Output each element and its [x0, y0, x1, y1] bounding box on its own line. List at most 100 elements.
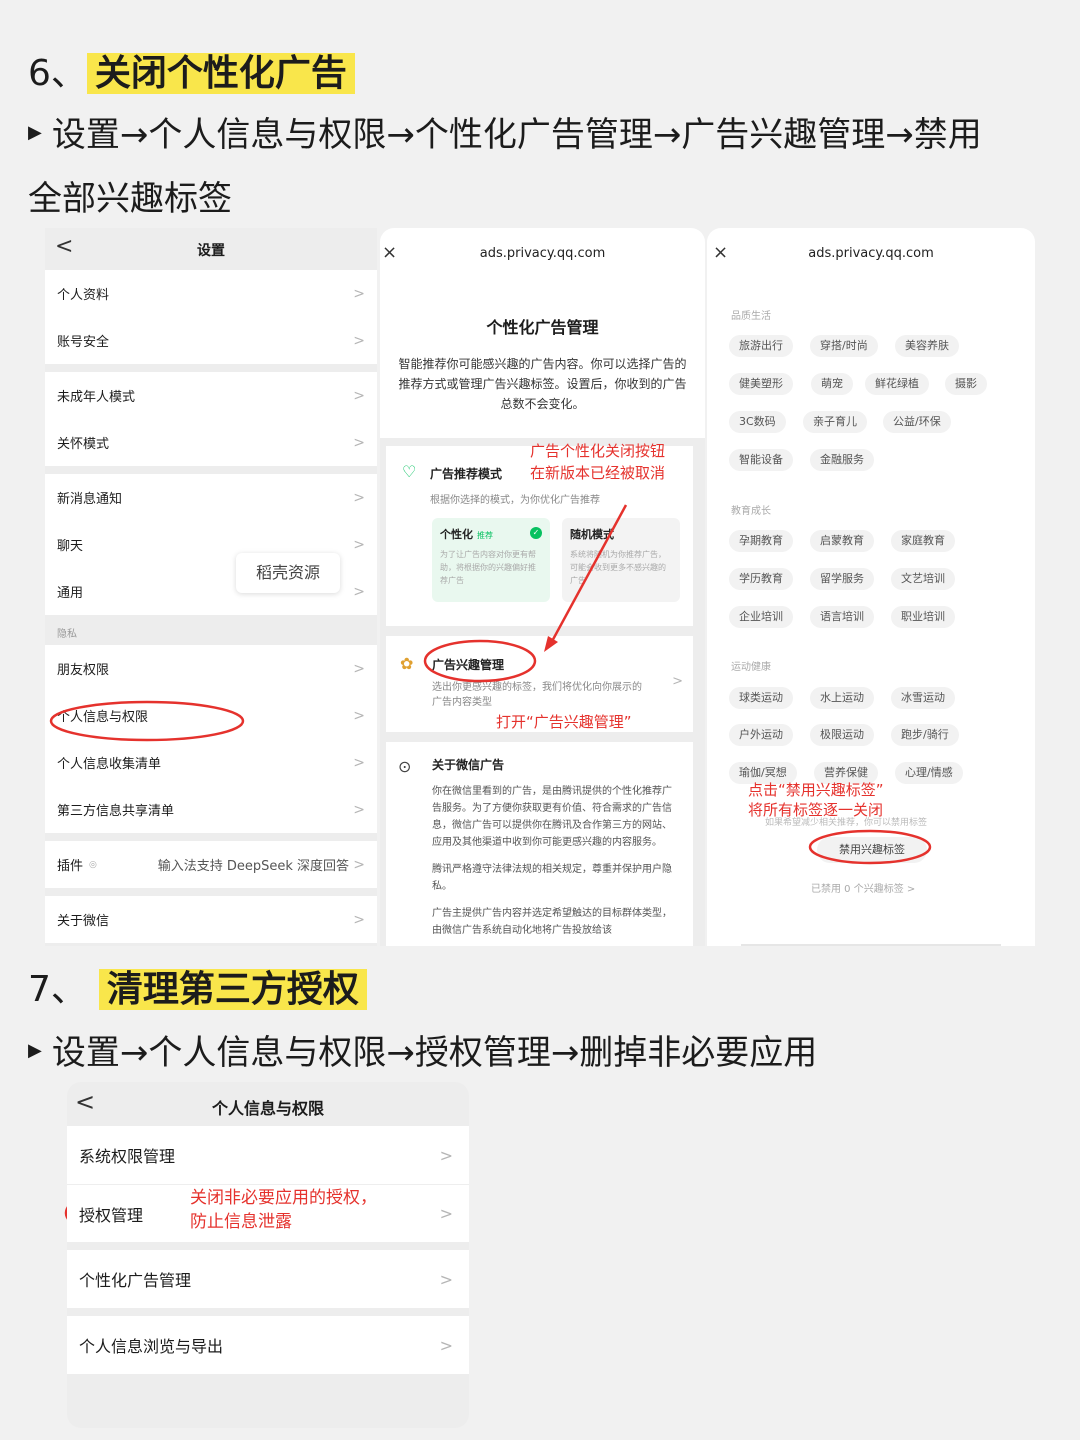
heart-icon: ♡ — [402, 462, 417, 481]
item-system-permissions[interactable]: 系统权限管理 > — [67, 1126, 469, 1184]
interest-tag[interactable]: 心理/情感 — [895, 762, 963, 784]
settings-header: < 设置 — [45, 228, 377, 270]
interest-tag[interactable]: 留学服务 — [810, 568, 874, 590]
annotation-open-interest: 打开“广告兴趣管理” — [496, 713, 632, 731]
settings-item-friend-permissions[interactable]: 朋友权限 > — [45, 645, 377, 692]
path-text-2: 全部兴趣标签 — [28, 178, 232, 219]
interest-tag[interactable]: 球类运动 — [729, 687, 793, 709]
chevron-right-icon: > — [439, 1335, 453, 1355]
interest-tag[interactable]: 穿搭/时尚 — [810, 335, 878, 357]
annotation-removed-2: 在新版本已经被取消 — [530, 464, 666, 482]
interest-tag[interactable]: 亲子育儿 — [803, 411, 867, 433]
category-quality-life: 品质生活 — [731, 311, 771, 322]
check-icon: ✓ — [530, 527, 542, 539]
item-label: 关于微信 — [57, 914, 110, 929]
interest-tag[interactable]: 学历教育 — [729, 568, 793, 590]
item-label: 系统权限管理 — [79, 1147, 176, 1166]
chevron-right-icon: > — [439, 1145, 453, 1165]
settings-group-2: 未成年人模式 > 关怀模式 > — [45, 372, 377, 466]
interest-tag[interactable]: 职业培训 — [891, 606, 955, 628]
interest-tags-screen: × ads.privacy.qq.com 品质生活 旅游出行 穿搭/时尚 美容养… — [707, 228, 1035, 946]
chevron-right-icon: > — [353, 707, 365, 724]
interest-tag[interactable]: 健美塑形 — [729, 373, 793, 395]
item-label: 授权管理 — [79, 1205, 144, 1225]
interest-tag[interactable]: 旅游出行 — [729, 335, 793, 357]
settings-item-personal-info-permissions[interactable]: 个人信息与权限 > — [45, 692, 377, 739]
interest-tag[interactable]: 3C数码 — [729, 411, 786, 433]
chevron-right-icon: > — [353, 489, 365, 506]
item-label: 插件 — [57, 859, 84, 874]
item-info-browse-export[interactable]: 个人信息浏览与导出 > — [67, 1316, 469, 1374]
disabled-count-link[interactable]: 已禁用 0 个兴趣标签 > — [811, 880, 915, 895]
settings-item-account-security[interactable]: 账号安全 > — [45, 317, 377, 364]
interest-tag[interactable]: 语言培训 — [810, 606, 874, 628]
divider — [741, 944, 1001, 946]
settings-item-care-mode[interactable]: 关怀模式 > — [45, 419, 377, 466]
chevron-right-icon: > — [439, 1204, 453, 1223]
section-6-path: ▶ 设置→个人信息与权限→个性化广告管理→广告兴趣管理→禁用 全部兴趣标签 — [28, 104, 1058, 230]
item-label: 个性化广告管理 — [79, 1271, 192, 1290]
recommend-mode-subtitle: 根据你选择的模式，为你优化广告推荐 — [430, 495, 600, 506]
permissions-title: 个人信息与权限 — [211, 1099, 324, 1118]
plugin-value: 输入法支持 DeepSeek 深度回答 — [157, 859, 349, 874]
interest-tag[interactable]: 孕期教育 — [729, 530, 793, 552]
annotation-click-disable: 点击“禁用兴趣标签” — [748, 781, 884, 799]
interest-tag[interactable]: 家庭教育 — [891, 530, 955, 552]
settings-group-3: 新消息通知 > 聊天 > 通用 > — [45, 474, 377, 615]
interest-tag[interactable]: 鲜花绿植 — [865, 373, 929, 395]
settings-group-about: 关于微信 > — [45, 896, 377, 943]
interest-tag[interactable]: 冰雪运动 — [891, 687, 955, 709]
settings-item-minor-mode[interactable]: 未成年人模式 > — [45, 372, 377, 419]
interest-tag[interactable]: 户外运动 — [729, 724, 793, 746]
category-sports-health: 运动健康 — [731, 662, 771, 673]
about-title: 关于微信广告 — [432, 758, 505, 772]
interest-tag[interactable]: 智能设备 — [729, 449, 793, 471]
settings-item-plugins[interactable]: 插件 ◎ 输入法支持 DeepSeek 深度回答 > — [45, 841, 377, 888]
settings-group-plugins: 插件 ◎ 输入法支持 DeepSeek 深度回答 > — [45, 841, 377, 888]
interest-tag[interactable]: 水上运动 — [810, 687, 874, 709]
interest-tag[interactable]: 摄影 — [945, 373, 987, 395]
settings-item-profile[interactable]: 个人资料 > — [45, 270, 377, 317]
settings-item-about-wechat[interactable]: 关于微信 > — [45, 896, 377, 943]
interest-subtitle: 选出你更感兴趣的标签，我们将优化向你展示的广告内容类型 — [432, 682, 642, 708]
privacy-header: 隐私 — [57, 629, 77, 640]
mode-desc: 系统将随机为你推荐广告，可能会收到更多不感兴趣的广告 — [570, 550, 666, 585]
interest-tag[interactable]: 文艺培训 — [891, 568, 955, 590]
item-personalized-ads[interactable]: 个性化广告管理 > — [67, 1250, 469, 1308]
interest-tag[interactable]: 公益/环保 — [883, 411, 951, 433]
settings-item-notifications[interactable]: 新消息通知 > — [45, 474, 377, 521]
chevron-right-icon: > — [353, 754, 365, 771]
interest-tag[interactable]: 启蒙教育 — [810, 530, 874, 552]
mode-personalized[interactable]: 个性化 推荐 ✓ 为了让广告内容对你更有帮助，将根据你的兴趣偏好推荐广告 — [432, 518, 550, 602]
interest-tag[interactable]: 跑步/骑行 — [891, 724, 959, 746]
permissions-header: < 个人信息与权限 — [67, 1082, 469, 1126]
annotation-close-all: 将所有标签逐一关闭 — [748, 801, 884, 819]
settings-group-privacy: 朋友权限 > 个人信息与权限 > 个人信息收集清单 > 第三方信息共享清单 > — [45, 645, 377, 833]
annotation-close-auth-2: 防止信息泄露 — [190, 1212, 292, 1232]
chevron-right-icon: > — [353, 911, 365, 928]
interest-tag[interactable]: 金融服务 — [810, 449, 874, 471]
disable-tags-button[interactable]: 禁用兴趣标签 — [817, 837, 927, 863]
ads-management-screen: × ads.privacy.qq.com 个性化广告管理 智能推荐你可能感兴趣的… — [380, 228, 705, 946]
settings-item-info-collection-list[interactable]: 个人信息收集清单 > — [45, 739, 377, 786]
chevron-right-icon: > — [353, 387, 365, 404]
interest-tag[interactable]: 企业培训 — [729, 606, 793, 628]
watermark-toast: 稻壳资源 — [236, 553, 340, 593]
settings-item-third-party-sharing[interactable]: 第三方信息共享清单 > — [45, 786, 377, 833]
about-wechat-ads-card: ⊙ 关于微信广告 你在微信里看到的广告，是由腾讯提供的个性化推荐广告服务。为了方… — [386, 742, 693, 946]
interest-tag[interactable]: 萌宠 — [811, 373, 853, 395]
ads-heading: 个性化广告管理 — [486, 318, 599, 337]
web-address-bar: × ads.privacy.qq.com — [380, 228, 705, 282]
settings-group-1: 个人资料 > 账号安全 > — [45, 270, 377, 364]
chevron-right-icon: > — [353, 332, 365, 349]
mode-title: 个性化 — [440, 528, 473, 541]
web-address-bar: × ads.privacy.qq.com — [707, 228, 1035, 282]
section-number: 6、 — [28, 53, 87, 94]
interest-tag[interactable]: 极限运动 — [810, 724, 874, 746]
section-7-path: ▶ 设置→个人信息与权限→授权管理→删掉非必要应用 — [28, 1022, 1058, 1086]
interest-tag[interactable]: 美容养肤 — [895, 335, 959, 357]
mode-random[interactable]: 随机模式 系统将随机为你推荐广告，可能会收到更多不感兴趣的广告 — [562, 518, 680, 602]
personal-info-permissions-screen: < 个人信息与权限 系统权限管理 > 授权管理 > 个性化广告管理 > 个人信息浏览与… — [67, 1082, 469, 1428]
